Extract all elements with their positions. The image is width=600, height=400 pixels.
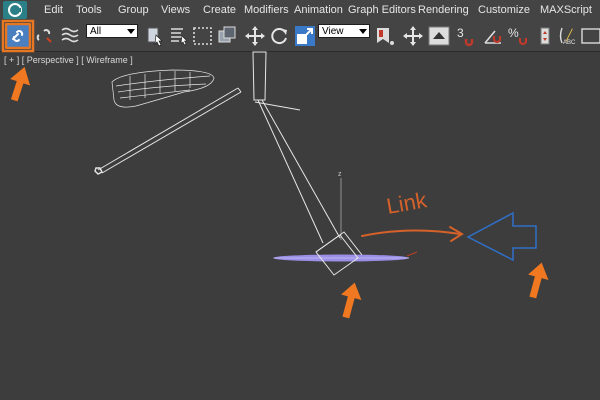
bone-chain	[94, 51, 341, 244]
viewport-scene: z Link	[1, 19, 549, 319]
target-arrow-object	[466, 211, 537, 262]
link-gizmo-cube	[315, 231, 363, 276]
selected-bone-object	[273, 251, 418, 262]
z-axis-label: z	[338, 171, 342, 178]
orange-pointer-arrow	[341, 282, 362, 319]
orange-pointer-arrow	[528, 262, 549, 299]
wireframe-object	[111, 69, 215, 108]
orange-pointer-arrow	[10, 66, 31, 102]
select-and-link-highlight	[1, 19, 35, 53]
link-annotation-text: Link	[385, 187, 430, 219]
link-annotation-arrow	[361, 226, 464, 242]
